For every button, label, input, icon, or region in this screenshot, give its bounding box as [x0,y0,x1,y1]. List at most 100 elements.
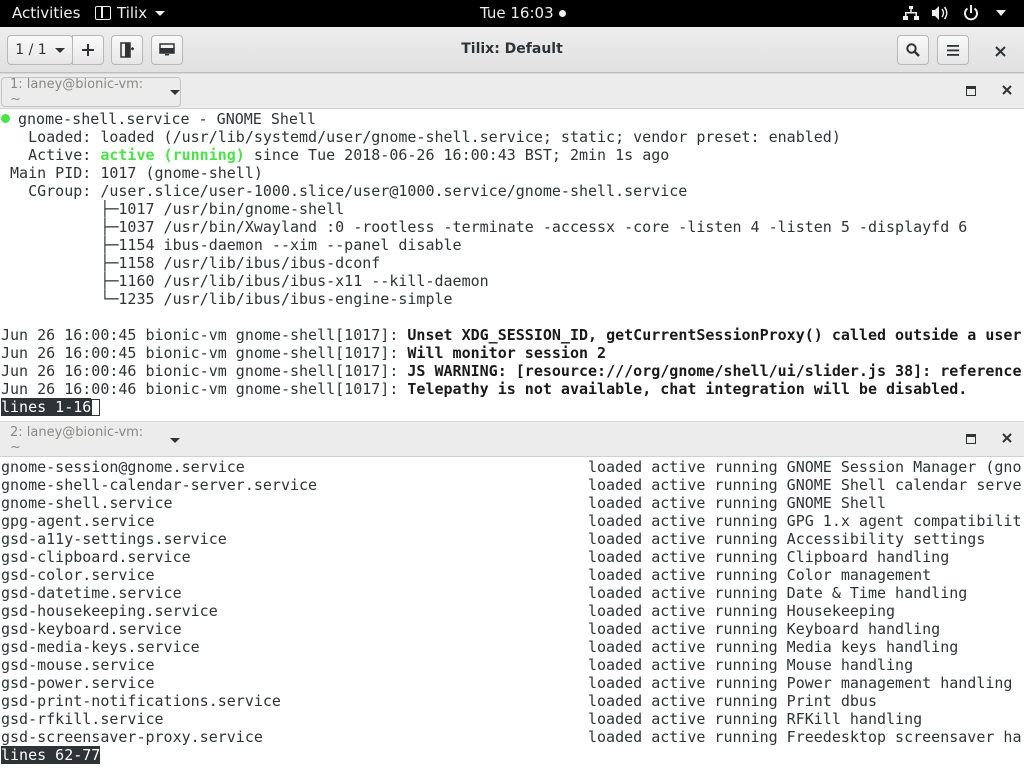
terminal-line: ├─1160 /usr/lib/ibus/ibus-x11 --kill-dae… [1,272,489,290]
pager-status-label: lines 62-77 [1,746,101,764]
tilix-app-icon [95,6,111,20]
hamburger-menu-icon [947,44,959,56]
unit-state: loaded active running Housekeeping [588,602,896,620]
terminal-1[interactable]: gnome-shell.service - GNOME Shell Loaded… [0,109,1024,422]
split-right-button[interactable] [111,35,143,65]
unit-name: gsd-print-notifications.service [1,692,281,710]
unit-state: loaded active running Color management [588,566,932,584]
pager-status-label: lines 1-16 [1,398,92,416]
maximize-terminal-1-button[interactable] [966,86,976,96]
app-menu[interactable]: Tilix [95,4,166,22]
log-line: Jun 26 16:00:45 bionic-vm gnome-shell[10… [1,344,606,362]
window-close-button[interactable] [990,41,1010,61]
power-icon [962,5,980,21]
unit-name: gsd-screensaver-proxy.service [1,728,263,746]
close-terminal-1-button[interactable] [999,82,1015,98]
log-prefix: Jun 26 16:00:46 bionic-vm gnome-shell[10… [1,362,408,380]
list-item: gsd-screensaver-proxy.service loaded acti… [1,728,1021,746]
tilix-header-bar: 1 / 1 Tilix: Default [0,27,1024,73]
terminal-line: Loaded: loaded (/usr/lib/systemd/user/gn… [1,128,841,146]
main-menu-button[interactable] [937,35,969,65]
close-icon [1002,433,1012,443]
log-prefix: Jun 26 16:00:45 bionic-vm gnome-shell[10… [1,326,408,344]
terminal-line: Active: active (running) since Tue 2018-… [1,146,669,164]
terminal-line: ├─1158 /usr/lib/ibus/ibus-dconf [1,254,381,272]
log-prefix: Jun 26 16:00:46 bionic-vm gnome-shell[10… [1,380,408,398]
session-switcher-button[interactable]: 1 / 1 [7,35,73,65]
volume-icon [932,5,950,21]
search-icon [906,43,920,57]
notification-dot-icon [558,9,566,17]
terminal-2-titlebar: 2: laney@bionic-vm: ~ [0,421,1024,457]
close-terminal-2-button[interactable] [999,430,1015,446]
system-tray[interactable] [902,5,1010,21]
terminal-line: ├─1017 /usr/bin/gnome-shell [1,200,345,218]
log-prefix: Jun 26 16:00:45 bionic-vm gnome-shell[10… [1,344,408,362]
split-down-icon [159,43,175,56]
split-right-icon [120,42,134,58]
unit-state: loaded active running Clipboard handling [588,548,950,566]
find-button[interactable] [897,35,929,65]
terminal-2-title: 2: laney@bionic-vm: ~ [10,425,144,455]
terminal-line: Main PID: 1017 (gnome-shell) [1,164,263,182]
split-down-button[interactable] [151,35,183,65]
unit-state: loaded active running Media keys handlin… [588,638,959,656]
network-icon [902,5,920,21]
maximize-terminal-2-button[interactable] [966,434,976,444]
list-item: gpg-agent.service loaded active running G… [1,512,1021,530]
close-icon [994,45,1006,57]
chevron-down-icon [992,5,1010,21]
log-message: Telepathy is not available, chat integra… [407,380,968,398]
log-message: Will monitor session 2 [407,344,607,362]
unit-state: loaded active running Power management h… [588,674,1013,692]
unit-name: gsd-color.service [1,566,155,584]
unit-state: loaded active running Freedesktop screen… [588,728,1022,746]
terminal-line: CGroup: /user.slice/user-1000.slice/user… [1,182,688,200]
terminal-1-title-button[interactable]: 1: laney@bionic-vm: ~ [1,77,181,107]
terminal-line: gnome-shell.service - GNOME Shell [1,110,316,128]
terminal-1-title: 1: laney@bionic-vm: ~ [10,77,144,107]
pager-status: lines 1-16 [1,398,101,416]
list-item: gsd-print-notifications.service loaded ac… [1,692,877,710]
list-item: gsd-color.service loaded active running C… [1,566,931,584]
unit-state: loaded active running Print dbus [588,692,877,710]
activities-button[interactable]: Activities [12,4,80,22]
list-item: gnome-session@gnome.service loaded active… [1,458,1021,476]
unit-state: loaded active running Mouse handling [588,656,914,674]
unit-name: gsd-mouse.service [1,656,155,674]
chevron-down-icon [155,10,166,16]
unit-name: gpg-agent.service [1,512,155,530]
chevron-down-icon [170,437,180,443]
list-item: gsd-rfkill.service loaded active running … [1,710,922,728]
terminal-2-title-button[interactable]: 2: laney@bionic-vm: ~ [1,425,181,455]
terminal-cursor [91,399,101,416]
unit-name: gsd-datetime.service [1,584,182,602]
list-item: gsd-clipboard.service loaded active runni… [1,548,949,566]
close-icon [1002,85,1012,95]
unit-name: gsd-a11y-settings.service [1,530,227,548]
list-item: gnome-shell.service loaded active running… [1,494,886,512]
chevron-down-icon [54,47,65,53]
unit-name: gsd-keyboard.service [1,620,182,638]
list-item: gsd-a11y-settings.service loaded active r… [1,530,985,548]
active-label: Active: [1,146,101,164]
terminal-line: └─1235 /usr/lib/ibus/ibus-engine-simple [1,290,453,308]
unit-state: loaded active running RFKill handling [588,710,923,728]
unit-heading: gnome-shell.service - GNOME Shell [18,110,317,128]
list-item: gnome-shell-calendar-server.service loade… [1,476,1021,494]
chevron-down-icon [170,89,180,95]
log-message: JS WARNING: [resource:///org/gnome/shell… [407,362,1022,380]
add-session-button[interactable] [72,35,104,65]
unit-name: gsd-power.service [1,674,155,692]
unit-name: gsd-media-keys.service [1,638,200,656]
terminal-2[interactable]: lines 62-77 gnome-session@gnome.service l… [0,457,1024,768]
unit-name: gnome-session@gnome.service [1,458,245,476]
list-item: gsd-power.service loaded active running P… [1,674,1012,692]
list-item: gsd-mouse.service loaded active running M… [1,656,913,674]
clock-label: Tue 16:03 [480,4,554,22]
unit-state: loaded active running Keyboard handling [588,620,941,638]
list-item: gsd-keyboard.service loaded active runnin… [1,620,940,638]
unit-state: loaded active running Accessibility sett… [588,530,986,548]
clock[interactable]: Tue 16:03 [480,4,566,22]
log-line: Jun 26 16:00:46 bionic-vm gnome-shell[10… [1,380,967,398]
